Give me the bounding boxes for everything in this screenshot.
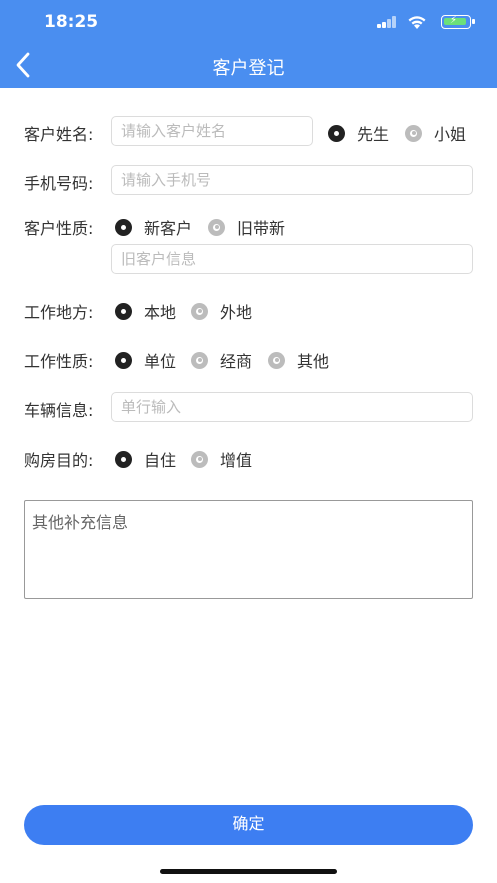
name-label: 客户姓名: <box>24 125 94 144</box>
extra-info-textarea[interactable] <box>24 500 473 599</box>
phone-label: 手机号码: <box>24 174 94 193</box>
radio-new-customer-label: 新客户 <box>144 219 193 238</box>
radio-selected-icon <box>115 351 132 369</box>
radio-unselected-icon <box>191 450 208 468</box>
radio-other[interactable]: 其他 <box>268 348 329 372</box>
radio-unselected-icon <box>405 124 422 142</box>
work-type-label: 工作性质: <box>24 352 94 371</box>
radio-employer-label: 单位 <box>144 352 177 371</box>
status-bar: 18:25 ⚡ <box>0 0 497 44</box>
page-title: 客户登记 <box>212 58 285 79</box>
radio-selected-icon <box>115 302 132 320</box>
name-input[interactable] <box>111 116 313 146</box>
radio-nonlocal[interactable]: 外地 <box>191 299 252 323</box>
status-time: 18:25 <box>44 12 99 32</box>
vehicle-input[interactable] <box>111 392 473 422</box>
app-header: 18:25 ⚡ 客户登记 <box>0 0 497 88</box>
radio-ms[interactable]: 小姐 <box>405 121 466 145</box>
radio-business-label: 经商 <box>220 352 253 371</box>
phone-input[interactable] <box>111 165 473 195</box>
radio-selected-icon <box>115 218 132 236</box>
radio-nonlocal-label: 外地 <box>220 303 253 322</box>
radio-new-customer[interactable]: 新客户 <box>115 215 192 239</box>
status-icons: ⚡ <box>361 14 475 30</box>
radio-unselected-icon <box>208 218 225 236</box>
radio-ms-label: 小姐 <box>434 125 467 144</box>
customer-type-label: 客户性质: <box>24 219 94 238</box>
radio-other-label: 其他 <box>297 352 330 371</box>
purchase-purpose-label: 购房目的: <box>24 451 94 470</box>
radio-mr-label: 先生 <box>357 125 390 144</box>
radio-self-use[interactable]: 自住 <box>115 447 176 471</box>
radio-investment[interactable]: 增值 <box>191 447 252 471</box>
radio-selected-icon <box>115 450 132 468</box>
home-indicator <box>160 869 337 874</box>
radio-local[interactable]: 本地 <box>115 299 176 323</box>
battery-icon: ⚡ <box>441 15 475 29</box>
radio-selected-icon <box>328 124 345 142</box>
signal-icon <box>377 16 397 28</box>
work-location-label: 工作地方: <box>24 303 94 322</box>
radio-local-label: 本地 <box>144 303 177 322</box>
radio-employer[interactable]: 单位 <box>115 348 176 372</box>
radio-old-referral[interactable]: 旧带新 <box>208 215 285 239</box>
radio-old-referral-label: 旧带新 <box>237 219 286 238</box>
vehicle-label: 车辆信息: <box>24 401 94 420</box>
radio-mr[interactable]: 先生 <box>328 121 389 145</box>
radio-unselected-icon <box>268 351 285 369</box>
confirm-button[interactable]: 确定 <box>24 805 473 845</box>
wifi-icon <box>408 16 426 29</box>
radio-unselected-icon <box>191 302 208 320</box>
radio-unselected-icon <box>191 351 208 369</box>
old-customer-input[interactable] <box>111 244 473 274</box>
radio-business[interactable]: 经商 <box>191 348 252 372</box>
radio-investment-label: 增值 <box>220 451 253 470</box>
radio-self-use-label: 自住 <box>144 451 177 470</box>
